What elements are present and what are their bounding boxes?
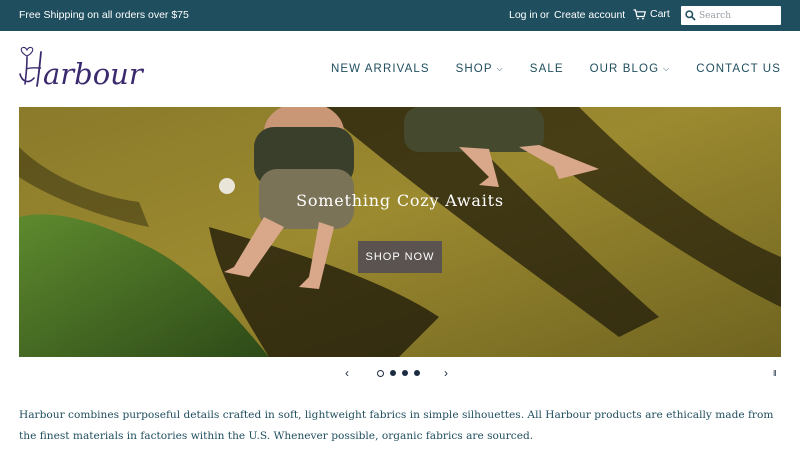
- slide-dot[interactable]: [390, 370, 396, 376]
- nav-contact-us[interactable]: CONTACT US: [696, 63, 781, 75]
- pause-button[interactable]: II: [773, 369, 777, 378]
- free-shipping-promo: Free Shipping on all orders over $75: [19, 9, 189, 21]
- nav-shop[interactable]: SHOP ⌵: [456, 63, 504, 75]
- slide-dot[interactable]: [414, 370, 420, 376]
- cart-icon: [633, 8, 646, 19]
- chevron-down-icon: ⌵: [663, 64, 671, 73]
- slide-dots: [377, 369, 420, 377]
- shop-now-button[interactable]: SHOP NOW: [358, 241, 442, 273]
- search-icon[interactable]: [681, 10, 699, 21]
- hero-title: Something Cozy Awaits: [296, 191, 504, 210]
- hero-image: [19, 107, 781, 357]
- slide-dot[interactable]: [402, 370, 408, 376]
- nav-sale[interactable]: SALE: [530, 63, 564, 75]
- cart-label: Cart: [650, 8, 670, 20]
- slide-dot[interactable]: [377, 369, 384, 377]
- slide-prev-button[interactable]: ‹: [345, 366, 349, 380]
- nav-new-arrivals[interactable]: NEW ARRIVALS: [331, 63, 430, 75]
- or-separator: or: [540, 9, 550, 21]
- cart-link[interactable]: Cart: [633, 8, 670, 20]
- announcement-bar: Free Shipping on all orders over $75 Log…: [0, 0, 800, 31]
- search-input[interactable]: [699, 8, 777, 23]
- logo-wordmark: arbour: [43, 57, 145, 91]
- harbour-logo[interactable]: arbour: [17, 44, 177, 92]
- create-account-link[interactable]: Create account: [554, 9, 625, 21]
- login-link[interactable]: Log in: [509, 9, 538, 21]
- chevron-down-icon: ⌵: [496, 64, 504, 73]
- intro-text: Harbour combines purposeful details craf…: [19, 409, 774, 442]
- main-nav: NEW ARRIVALS SHOP ⌵ SALE OUR BLOG ⌵ CONTAC…: [331, 63, 781, 75]
- slide-next-button[interactable]: ›: [444, 366, 448, 380]
- nav-our-blog[interactable]: OUR BLOG ⌵: [590, 63, 671, 75]
- hero-slideshow: Something Cozy Awaits SHOP NOW: [19, 107, 781, 357]
- slider-controls: ‹ › II: [0, 365, 800, 383]
- search-box: [681, 6, 781, 25]
